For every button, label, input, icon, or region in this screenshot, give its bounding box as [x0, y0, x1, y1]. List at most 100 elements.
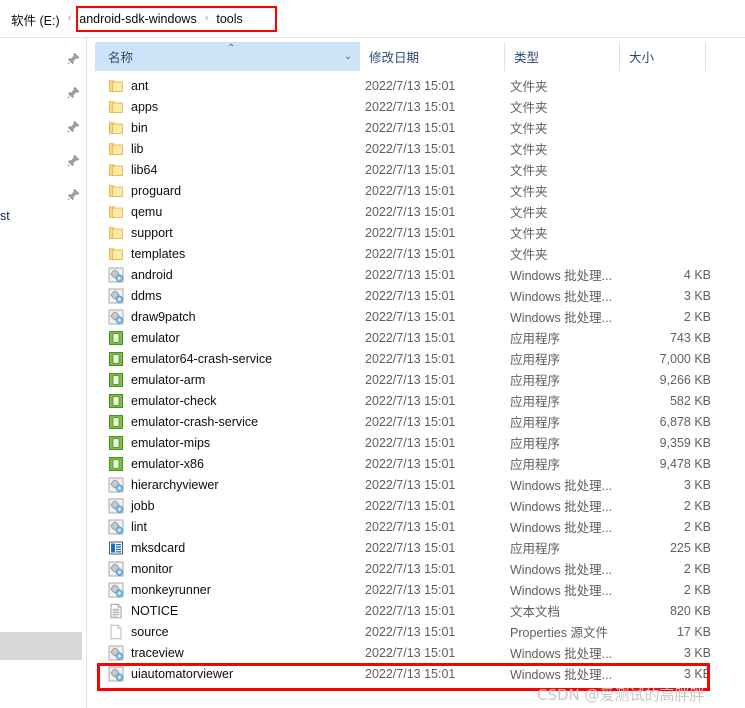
file-type-cell: Windows 批处理... — [510, 668, 613, 682]
table-row[interactable]: monkeyrunner 2022/7/13 15:01 Windows 批处理..… — [95, 579, 745, 600]
file-name-cell[interactable]: lint — [95, 516, 147, 537]
android-app-icon — [108, 330, 124, 346]
file-name-cell[interactable]: emulator-check — [95, 390, 216, 411]
breadcrumb-item-1[interactable]: 软件 (E:) — [8, 10, 63, 29]
table-row[interactable]: emulator64-crash-service 2022/7/13 15:01 应… — [95, 348, 745, 369]
table-row[interactable]: proguard 2022/7/13 15:01 文件夹 — [95, 180, 745, 201]
table-row[interactable]: emulator 2022/7/13 15:01 应用程序 743 KB — [95, 327, 745, 348]
watermark: CSDN @爱测试的高胖胖 — [537, 686, 705, 704]
table-row[interactable]: ddms 2022/7/13 15:01 Windows 批处理... 3 KB — [95, 285, 745, 306]
table-row[interactable]: emulator-mips 2022/7/13 15:01 应用程序 9,359 KB — [95, 432, 745, 453]
file-name-cell[interactable]: lib — [95, 138, 144, 159]
file-name-cell[interactable]: traceview — [95, 642, 184, 663]
file-name-cell[interactable]: proguard — [95, 180, 181, 201]
file-size-cell: 820 KB — [669, 603, 711, 618]
pushpin-icon[interactable] — [67, 154, 80, 167]
file-size-cell: 2 KB — [683, 309, 711, 324]
file-name-label: lint — [131, 519, 147, 534]
file-date-cell: 2022/7/13 15:01 — [365, 414, 456, 429]
file-name-cell[interactable]: source — [95, 621, 169, 642]
table-row[interactable]: android 2022/7/13 15:01 Windows 批处理... 4 KB — [95, 264, 745, 285]
file-list[interactable]: ant 2022/7/13 15:01 文件夹 apps 2022/7/13 15:01… — [95, 75, 745, 684]
folder-icon — [108, 246, 124, 262]
table-row[interactable]: lib64 2022/7/13 15:01 文件夹 — [95, 159, 745, 180]
table-row[interactable]: source 2022/7/13 15:01 Properties 源文件 17 KB — [95, 621, 745, 642]
table-row[interactable]: lib 2022/7/13 15:01 文件夹 — [95, 138, 745, 159]
file-name-cell[interactable]: monkeyrunner — [95, 579, 211, 600]
table-row[interactable]: bin 2022/7/13 15:01 文件夹 — [95, 117, 745, 138]
file-name-cell[interactable]: apps — [95, 96, 158, 117]
table-row[interactable]: draw9patch 2022/7/13 15:01 Windows 批处理... 2… — [95, 306, 745, 327]
breadcrumb-item-3[interactable]: tools — [213, 12, 245, 26]
table-row[interactable]: emulator-crash-service 2022/7/13 15:01 应用程… — [95, 411, 745, 432]
file-name-cell[interactable]: hierarchyviewer — [95, 474, 219, 495]
column-header-row[interactable]: 名称 ⌃ ⌄ 修改日期 类型 大小 — [95, 42, 745, 71]
column-header-size[interactable]: 大小 — [619, 42, 705, 71]
breadcrumb-item-2[interactable]: android-sdk-windows — [76, 12, 199, 26]
navigation-pane[interactable]: st — [0, 38, 87, 708]
column-header-date[interactable]: 修改日期 — [359, 42, 504, 71]
file-name-cell[interactable]: emulator-x86 — [95, 453, 204, 474]
pushpin-icon[interactable] — [67, 188, 80, 201]
file-name-cell[interactable]: templates — [95, 243, 185, 264]
chevron-down-icon[interactable]: ⌄ — [344, 42, 352, 71]
pushpin-icon[interactable] — [67, 86, 80, 99]
file-name-cell[interactable]: emulator-arm — [95, 369, 205, 390]
file-name-cell[interactable]: NOTICE — [95, 600, 178, 621]
table-row[interactable]: monitor 2022/7/13 15:01 Windows 批处理... 2 KB — [95, 558, 745, 579]
pushpin-icon[interactable] — [67, 52, 80, 65]
table-row[interactable]: emulator-arm 2022/7/13 15:01 应用程序 9,266 KB — [95, 369, 745, 390]
android-app-icon — [108, 351, 124, 367]
file-name-label: proguard — [131, 183, 182, 198]
file-type-cell: 文件夹 — [510, 227, 548, 241]
file-name-label: emulator-arm — [131, 372, 206, 387]
file-name-label: support — [131, 225, 173, 240]
table-row[interactable]: apps 2022/7/13 15:01 文件夹 — [95, 96, 745, 117]
file-name-cell[interactable]: lib64 — [95, 159, 157, 180]
nav-selected-block[interactable] — [0, 632, 82, 660]
table-row[interactable]: qemu 2022/7/13 15:01 文件夹 — [95, 201, 745, 222]
file-name-cell[interactable]: qemu — [95, 201, 162, 222]
table-row[interactable]: hierarchyviewer 2022/7/13 15:01 Windows 批处… — [95, 474, 745, 495]
file-size-cell: 7,000 KB — [659, 351, 711, 366]
file-name-cell[interactable]: bin — [95, 117, 148, 138]
file-name-cell[interactable]: uiautomatorviewer — [95, 663, 233, 684]
file-name-cell[interactable]: emulator64-crash-service — [95, 348, 272, 369]
file-name-cell[interactable]: draw9patch — [95, 306, 196, 327]
pushpin-icon[interactable] — [67, 120, 80, 133]
column-header-type[interactable]: 类型 — [504, 42, 619, 71]
file-name-label: draw9patch — [131, 309, 196, 324]
table-row[interactable]: templates 2022/7/13 15:01 文件夹 — [95, 243, 745, 264]
table-row[interactable]: jobb 2022/7/13 15:01 Windows 批处理... 2 KB — [95, 495, 745, 516]
table-row[interactable]: NOTICE 2022/7/13 15:01 文本文档 820 KB — [95, 600, 745, 621]
folder-icon — [108, 162, 124, 178]
table-row[interactable]: uiautomatorviewer 2022/7/13 15:01 Windows … — [95, 663, 745, 684]
sort-ascending-icon: ⌃ — [227, 43, 236, 54]
file-type-cell: 文件夹 — [510, 206, 548, 220]
file-name-cell[interactable]: ddms — [95, 285, 162, 306]
table-row[interactable]: support 2022/7/13 15:01 文件夹 — [95, 222, 745, 243]
breadcrumb[interactable]: 软件 (E:) › android-sdk-windows › tools — [8, 10, 246, 28]
file-name-label: jobb — [131, 498, 155, 513]
file-date-cell: 2022/7/13 15:01 — [365, 561, 456, 576]
column-header-name[interactable]: 名称 ⌃ ⌄ — [95, 42, 359, 71]
file-name-cell[interactable]: ant — [95, 75, 148, 96]
address-bar[interactable]: 软件 (E:) › android-sdk-windows › tools — [0, 0, 745, 38]
table-row[interactable]: emulator-x86 2022/7/13 15:01 应用程序 9,478 KB — [95, 453, 745, 474]
file-name-cell[interactable]: jobb — [95, 495, 155, 516]
file-name-label: ddms — [131, 288, 162, 303]
table-row[interactable]: lint 2022/7/13 15:01 Windows 批处理... 2 KB — [95, 516, 745, 537]
file-name-cell[interactable]: android — [95, 264, 173, 285]
file-name-cell[interactable]: monitor — [95, 558, 173, 579]
file-name-cell[interactable]: mksdcard — [95, 537, 185, 558]
table-row[interactable]: emulator-check 2022/7/13 15:01 应用程序 582 KB — [95, 390, 745, 411]
file-name-cell[interactable]: emulator-crash-service — [95, 411, 258, 432]
folder-icon — [108, 141, 124, 157]
table-row[interactable]: mksdcard 2022/7/13 15:01 应用程序 225 KB — [95, 537, 745, 558]
table-row[interactable]: ant 2022/7/13 15:01 文件夹 — [95, 75, 745, 96]
file-name-cell[interactable]: emulator — [95, 327, 180, 348]
file-name-cell[interactable]: emulator-mips — [95, 432, 210, 453]
file-name-cell[interactable]: support — [95, 222, 173, 243]
file-name-label: qemu — [131, 204, 163, 219]
table-row[interactable]: traceview 2022/7/13 15:01 Windows 批处理... 3 … — [95, 642, 745, 663]
